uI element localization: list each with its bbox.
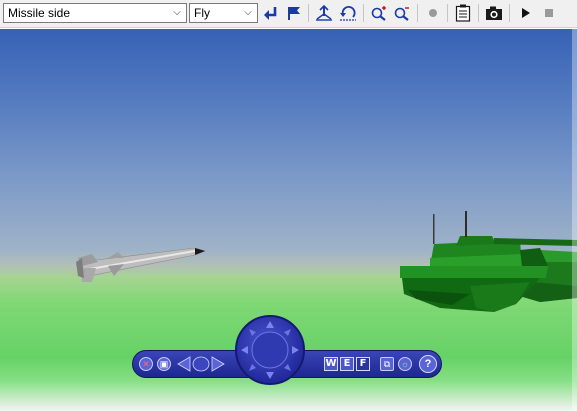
toolbar-separator bbox=[363, 4, 364, 22]
turn-left-icon bbox=[177, 356, 191, 372]
go-back-button[interactable] bbox=[260, 3, 282, 23]
straighten-button[interactable] bbox=[313, 3, 335, 23]
rotate-controls[interactable] bbox=[176, 354, 226, 374]
headlight-button[interactable]: ☼ bbox=[398, 357, 412, 371]
close-navigator-button[interactable]: ✕ bbox=[139, 357, 153, 371]
3d-viewport[interactable]: ✕ ▣ W E F ⧉ ☼ ? bbox=[0, 29, 577, 411]
zoom-in-button[interactable] bbox=[368, 3, 390, 23]
camera-icon bbox=[486, 6, 502, 20]
clipboard-icon bbox=[455, 4, 471, 22]
examine-mode-key[interactable]: E bbox=[340, 357, 354, 371]
zoom-in-icon bbox=[371, 6, 386, 21]
headlight-icon: ☼ bbox=[400, 358, 410, 369]
play-icon bbox=[522, 8, 530, 18]
turn-right-icon bbox=[211, 356, 225, 372]
minimize-icon: ▣ bbox=[159, 358, 169, 369]
play-button[interactable] bbox=[514, 3, 536, 23]
toolbar-separator bbox=[417, 4, 418, 22]
viewpoint-select[interactable]: Missile side ⌵ bbox=[3, 3, 187, 23]
record-button[interactable] bbox=[422, 3, 444, 23]
toolbar-separator bbox=[478, 4, 479, 22]
snapshot-button[interactable] bbox=[483, 3, 505, 23]
zoom-out-button[interactable] bbox=[391, 3, 413, 23]
chevron-down-icon: ⌵ bbox=[173, 7, 181, 18]
help-icon: ? bbox=[424, 358, 432, 370]
minimize-navigator-button[interactable]: ▣ bbox=[157, 357, 171, 371]
console-button[interactable] bbox=[452, 3, 474, 23]
flag-icon bbox=[288, 7, 300, 20]
toolbar: Missile side ⌵ Fly ⌵ bbox=[0, 0, 577, 28]
close-icon: ✕ bbox=[142, 358, 150, 369]
fit-view-icon: ⧉ bbox=[383, 358, 391, 369]
navigation-wheel[interactable] bbox=[235, 315, 305, 385]
toolbar-separator bbox=[447, 4, 448, 22]
seek-button[interactable] bbox=[283, 3, 305, 23]
stop-icon bbox=[545, 9, 553, 17]
restore-viewpoint-button[interactable] bbox=[337, 3, 359, 23]
navigation-mode-value: Fly bbox=[194, 6, 210, 20]
viewpoint-select-value: Missile side bbox=[8, 6, 71, 20]
toolbar-separator bbox=[308, 4, 309, 22]
fit-view-button[interactable]: ⧉ bbox=[380, 357, 394, 371]
straighten-icon bbox=[316, 5, 332, 21]
walk-mode-key[interactable]: W bbox=[324, 357, 338, 371]
help-button[interactable]: ? bbox=[419, 355, 437, 373]
compass-arrows-icon bbox=[241, 321, 299, 379]
stop-button[interactable] bbox=[538, 3, 560, 23]
missile bbox=[76, 247, 206, 282]
look-icon bbox=[192, 356, 210, 372]
fly-mode-key[interactable]: F bbox=[356, 357, 370, 371]
chevron-down-icon: ⌵ bbox=[244, 7, 252, 18]
zoom-out-icon bbox=[394, 7, 409, 21]
go-back-icon bbox=[264, 7, 277, 20]
navigation-mode-select[interactable]: Fly ⌵ bbox=[189, 3, 258, 23]
record-icon bbox=[429, 9, 437, 17]
toolbar-separator bbox=[509, 4, 510, 22]
restore-icon bbox=[340, 6, 356, 21]
